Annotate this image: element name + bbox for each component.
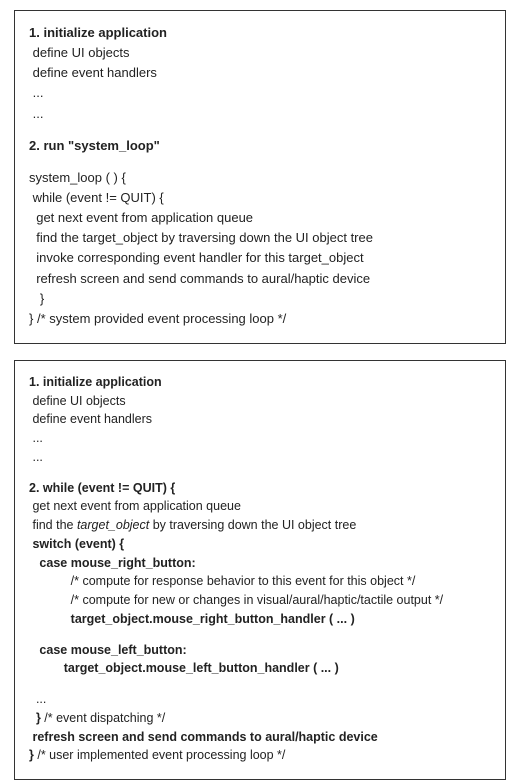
target-object-italic: target_object	[77, 518, 149, 532]
code-line: target_object.mouse_right_button_handler…	[29, 610, 491, 629]
code-line: switch (event) {	[29, 535, 491, 554]
code-box-system-loop: 1. initialize application define UI obje…	[14, 10, 506, 344]
brace-close: }	[29, 711, 44, 725]
code-line: ...	[29, 104, 491, 124]
text-prefix: find the	[29, 518, 77, 532]
blank-line	[29, 678, 491, 690]
code-line: get next event from application queue	[29, 497, 491, 516]
heading-run-system-loop: 2. run "system_loop"	[29, 136, 491, 156]
heading-init-app: 1. initialize application	[29, 23, 491, 43]
code-comment: /* event dispatching */	[44, 711, 165, 725]
code-line: ...	[29, 448, 491, 467]
heading-init-app: 1. initialize application	[29, 373, 491, 392]
code-comment: /* compute for new or changes in visual/…	[29, 591, 491, 610]
blank-line	[29, 467, 491, 479]
code-box-user-loop: 1. initialize application define UI obje…	[14, 360, 506, 780]
code-line: target_object.mouse_left_button_handler …	[29, 659, 491, 678]
code-line: define event handlers	[29, 410, 491, 429]
code-line: ...	[29, 429, 491, 448]
code-line: } /* system provided event processing lo…	[29, 309, 491, 329]
heading-while-loop: 2. while (event != QUIT) {	[29, 479, 491, 498]
code-line: invoke corresponding event handler for t…	[29, 248, 491, 268]
code-line: ...	[29, 83, 491, 103]
code-line: while (event != QUIT) {	[29, 188, 491, 208]
code-line: system_loop ( ) {	[29, 168, 491, 188]
code-line: } /* event dispatching */	[29, 709, 491, 728]
code-line: ...	[29, 690, 491, 709]
code-line: } /* user implemented event processing l…	[29, 746, 491, 765]
code-line: case mouse_left_button:	[29, 641, 491, 660]
code-line: define UI objects	[29, 392, 491, 411]
code-line: find the target_object by traversing dow…	[29, 228, 491, 248]
blank-line	[29, 124, 491, 136]
text-suffix: by traversing down the UI object tree	[149, 518, 356, 532]
code-line: case mouse_right_button:	[29, 554, 491, 573]
blank-line	[29, 629, 491, 641]
code-comment: /* user implemented event processing loo…	[37, 748, 285, 762]
code-line: refresh screen and send commands to aura…	[29, 269, 491, 289]
code-line: define UI objects	[29, 43, 491, 63]
blank-line	[29, 156, 491, 168]
code-line: define event handlers	[29, 63, 491, 83]
code-line: find the target_object by traversing dow…	[29, 516, 491, 535]
code-line: refresh screen and send commands to aura…	[29, 728, 491, 747]
code-line: }	[29, 289, 491, 309]
code-line: get next event from application queue	[29, 208, 491, 228]
code-comment: /* compute for response behavior to this…	[29, 572, 491, 591]
